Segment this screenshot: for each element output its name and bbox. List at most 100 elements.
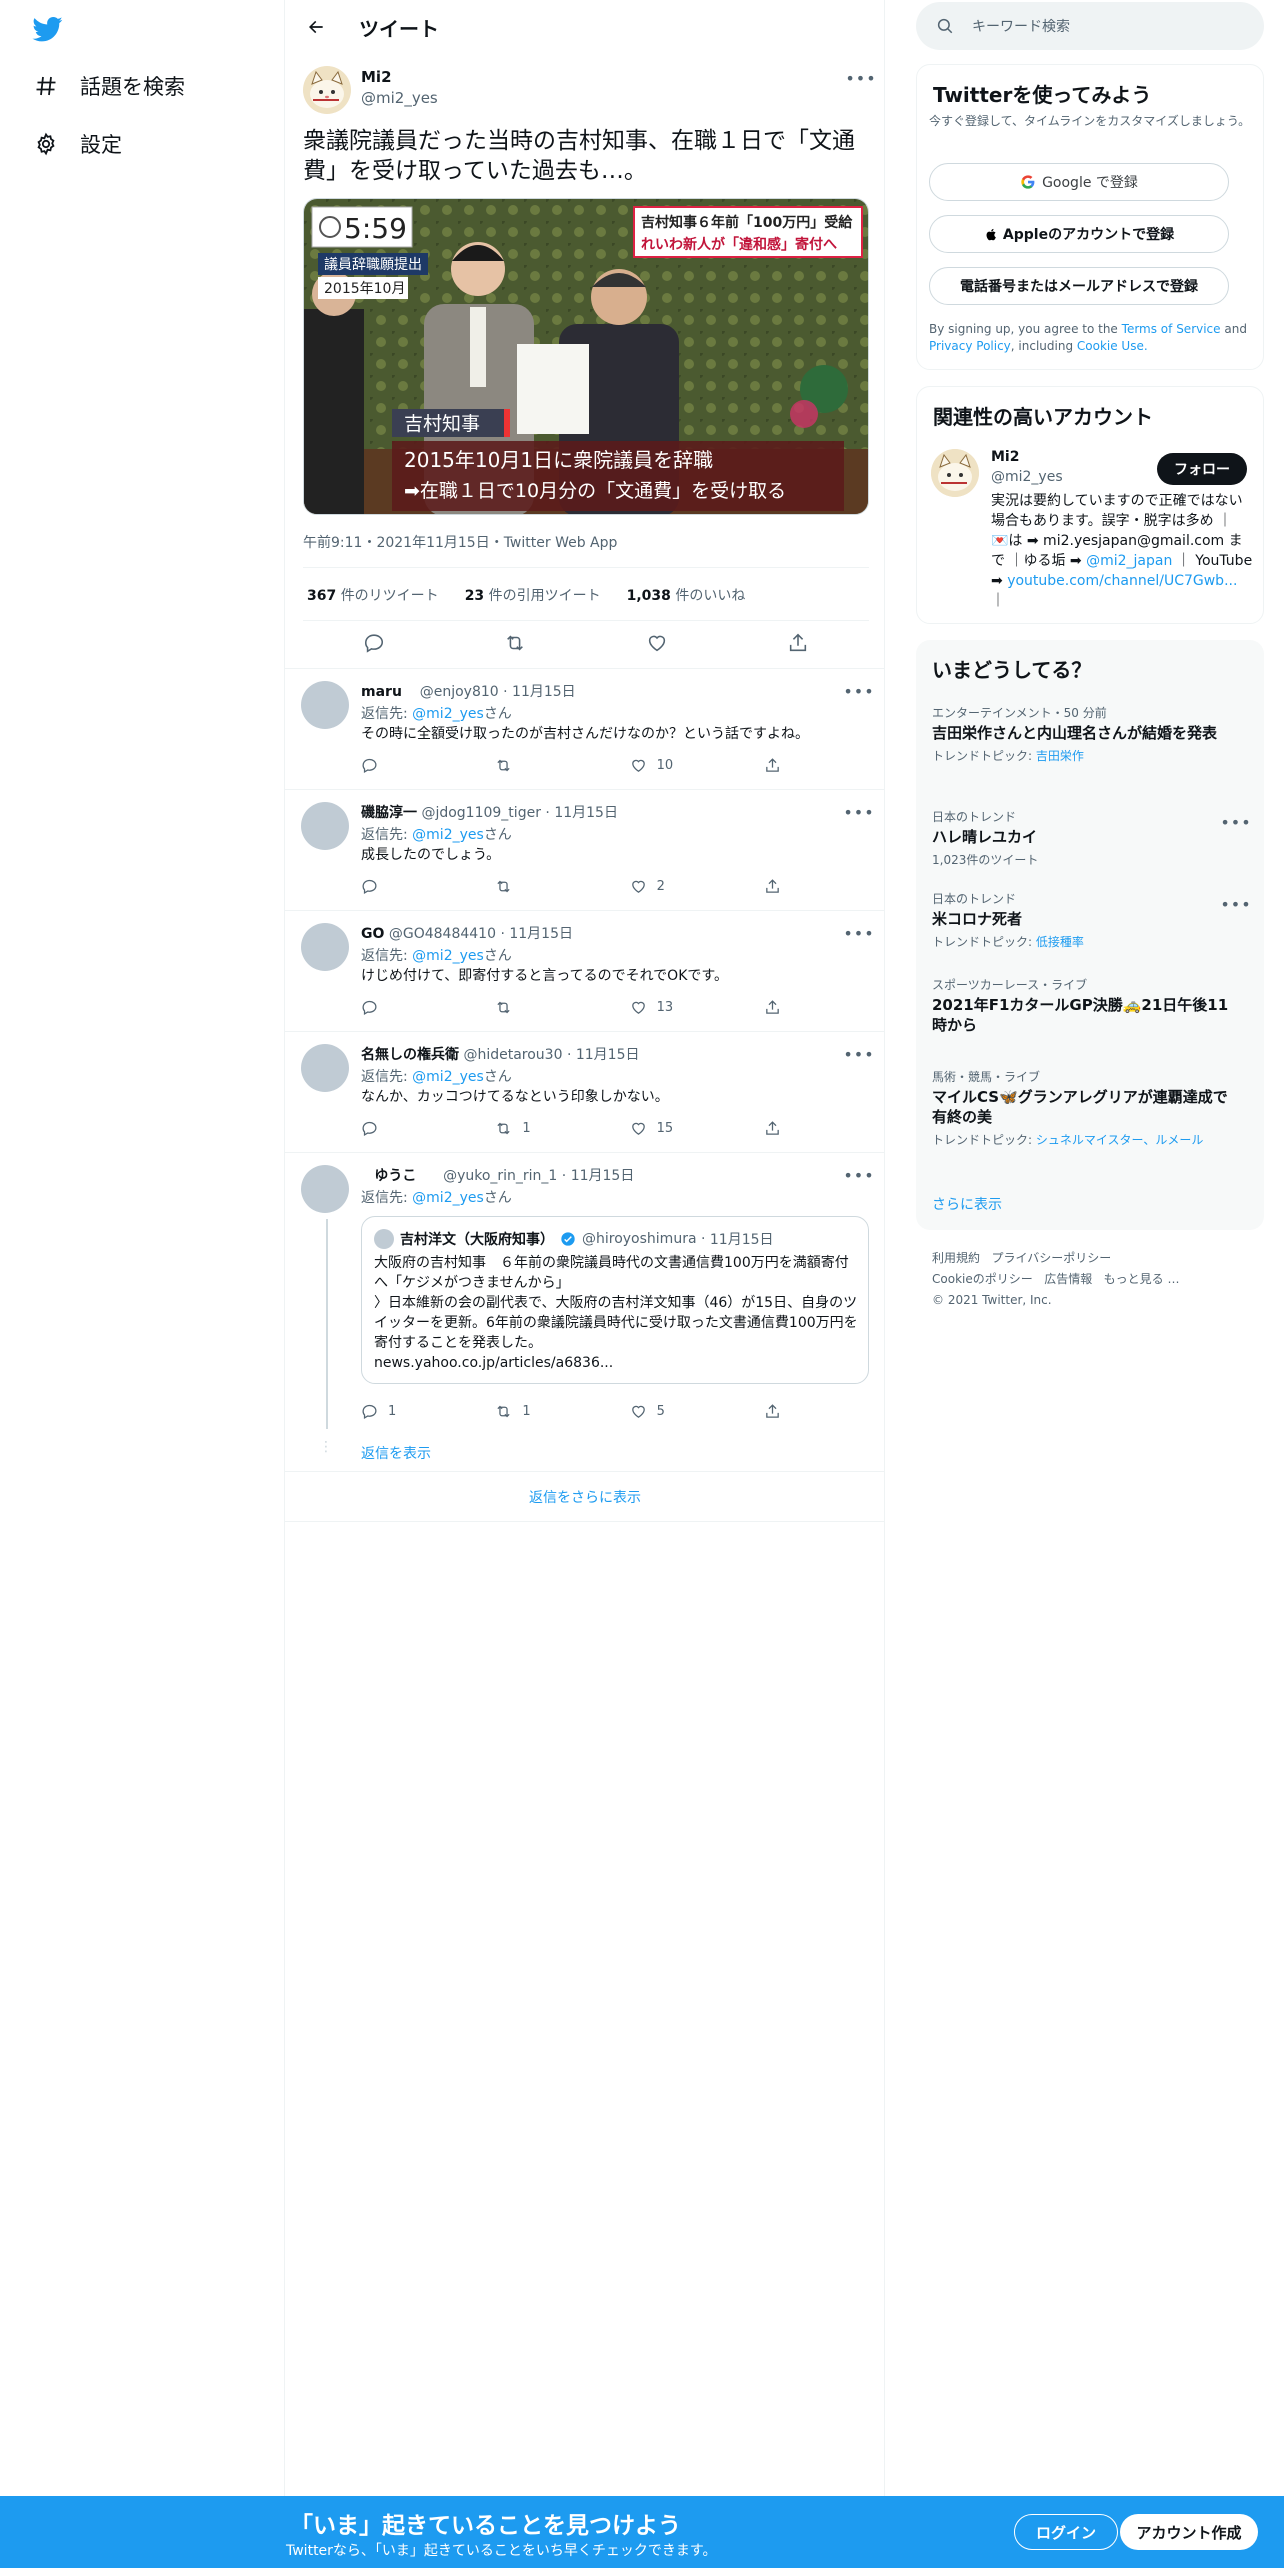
footer-privacy-link[interactable]: プライバシーポリシー [991,1251,1111,1265]
reply-date[interactable]: 11月15日 [576,1047,640,1063]
author-handle[interactable]: @mi2_yes [361,89,438,107]
bio-link-youtube[interactable]: youtube.com/channel/UC7Gwb... [1007,573,1237,589]
trend-item[interactable]: 日本のトレンド 米コロナ死者 トレンドトピック: 低接種率 [932,890,1232,950]
cookie-link[interactable]: Cookie Use. [1077,339,1148,353]
replying-to-link[interactable]: @mi2_yes [412,827,484,843]
like-icon[interactable]: 15 [630,1120,740,1137]
like-icon[interactable]: 2 [630,878,740,895]
like-icon[interactable] [644,630,670,656]
trend-more-icon[interactable]: ••• [1220,813,1250,832]
share-icon[interactable] [764,1403,781,1420]
footer-ads-link[interactable]: 広告情報 [1044,1272,1092,1286]
reply-author-name[interactable]: maru [361,684,402,700]
reply-tweet[interactable]: 磯脇淳一 @jdog1109_tiger · 11月15日 ••• 返信先: @… [285,790,885,911]
tweet-photo[interactable]: 5:59 議員辞職願提出 2015年10月 吉村知事６年前「100万円」受給 れ… [303,198,869,515]
reply-avatar[interactable] [301,802,349,850]
share-icon[interactable] [764,1120,781,1137]
more-options-icon[interactable]: ••• [845,69,875,88]
trend-item[interactable]: エンターテインメント・50 分前 吉田栄作さんと内山理名さんが結婚を発表 トレン… [932,704,1232,764]
reply-date[interactable]: 11月15日 [554,805,618,821]
retweet-icon[interactable]: 1 [495,1120,605,1137]
bio-link-mi2-japan[interactable]: @mi2_japan [1086,553,1172,569]
reply-avatar[interactable] [301,1165,349,1213]
more-options-icon[interactable]: ••• [843,1166,873,1185]
reply-icon[interactable]: 1 [361,1403,471,1420]
reply-author-handle[interactable]: @enjoy810 [420,684,499,700]
quoted-tweet[interactable]: 吉村洋文（大阪府知事） @hiroyoshimura · 11月15日 大阪府の… [361,1216,869,1384]
like-count[interactable]: 1,038 件のいいね [627,585,746,605]
reply-icon[interactable] [361,1120,471,1137]
google-signup-button[interactable]: Google で登録 [929,163,1229,201]
trend-item[interactable]: 馬術・競馬・ライブ マイルCS🦋グランアレグリアが連覇達成で有終の美 トレンドト… [932,1068,1232,1148]
related-account-avatar[interactable] [931,449,979,497]
tweet-timestamp[interactable]: 午前9:11・2021年11月15日・Twitter Web App [303,532,617,552]
footer-terms-link[interactable]: 利用規約 [932,1251,980,1265]
retweet-icon[interactable] [495,999,605,1016]
trends-show-more-link[interactable]: さらに表示 [932,1194,1002,1214]
reply-author-name[interactable]: 磯脇淳一 [361,805,417,821]
reply-avatar[interactable] [301,681,349,729]
nav-settings[interactable]: 設定 [32,124,122,164]
show-replies-link[interactable]: 返信を表示 [361,1443,431,1463]
nav-explore[interactable]: 話題を検索 [32,66,185,106]
signup-button[interactable]: アカウント作成 [1120,2514,1258,2550]
retweet-icon[interactable]: 1 [495,1403,605,1420]
retweet-count[interactable]: 367 件のリツイート [307,585,439,605]
reply-icon[interactable] [361,757,471,774]
apple-signup-button[interactable]: Appleのアカウントで登録 [929,215,1229,253]
footer-cookie-link[interactable]: Cookieのポリシー [932,1272,1033,1286]
search-bar[interactable]: キーワード検索 [916,2,1264,50]
terms-link[interactable]: Terms of Service [1122,322,1221,336]
more-options-icon[interactable]: ••• [843,803,873,822]
like-icon[interactable]: 10 [630,757,740,774]
replying-to-link[interactable]: @mi2_yes [412,948,484,964]
show-more-replies-link[interactable]: 返信をさらに表示 [285,1472,885,1522]
reply-icon[interactable] [361,999,471,1016]
retweet-icon[interactable] [495,757,605,774]
trend-more-icon[interactable]: ••• [1220,895,1250,914]
reply-tweet[interactable]: ゆうこ @yuko_rin_rin_1 · 11月15日 ••• 返信先: @m… [285,1153,885,1472]
reply-tweet[interactable]: 名無しの権兵衛 @hidetarou30 · 11月15日 ••• 返信先: @… [285,1032,885,1153]
more-options-icon[interactable]: ••• [843,1045,873,1064]
follow-button[interactable]: フォロー [1157,453,1247,485]
twitter-logo-icon[interactable] [32,14,64,44]
reply-author-name[interactable]: 名無しの権兵衛 [361,1047,459,1063]
retweet-icon[interactable] [495,878,605,895]
share-icon[interactable] [764,757,781,774]
reply-author-handle[interactable]: @yuko_rin_rin_1 [443,1168,557,1184]
author-avatar[interactable] [303,66,351,114]
replying-to-link[interactable]: @mi2_yes [412,706,484,722]
reply-avatar[interactable] [301,923,349,971]
reply-author-handle[interactable]: @jdog1109_tiger [421,805,541,821]
login-button[interactable]: ログイン [1014,2514,1118,2550]
reply-icon[interactable] [361,630,387,656]
phone-email-signup-button[interactable]: 電話番号またはメールアドレスで登録 [929,267,1229,305]
trend-item[interactable]: 日本のトレンド ハレ晴レユカイ 1,023件のツイート [932,808,1232,868]
like-icon[interactable]: 5 [630,1403,740,1420]
privacy-link[interactable]: Privacy Policy [929,339,1011,353]
author-name[interactable]: Mi2 [361,68,392,86]
retweet-icon[interactable] [502,630,528,656]
related-account-handle[interactable]: @mi2_yes [991,469,1063,485]
reply-author-handle[interactable]: @hidetarou30 [463,1047,562,1063]
replying-to-link[interactable]: @mi2_yes [412,1069,484,1085]
reply-tweet[interactable]: maru @enjoy810 · 11月15日 ••• 返信先: @mi2_ye… [285,669,885,790]
reply-author-handle[interactable]: @GO48484410 [389,926,496,942]
reply-author-name[interactable]: GO [361,926,384,942]
reply-date[interactable]: 11月15日 [509,926,573,942]
more-options-icon[interactable]: ••• [843,924,873,943]
footer-more-link[interactable]: もっと見る … [1104,1272,1180,1286]
like-icon[interactable]: 13 [630,999,740,1016]
related-account-name[interactable]: Mi2 [991,449,1019,465]
share-icon[interactable] [764,878,781,895]
reply-tweet[interactable]: GO @GO48484410 · 11月15日 ••• 返信先: @mi2_ye… [285,911,885,1032]
more-options-icon[interactable]: ••• [843,682,873,701]
reply-date[interactable]: 11月15日 [571,1168,635,1184]
reply-date[interactable]: 11月15日 [512,684,576,700]
reply-icon[interactable] [361,878,471,895]
reply-avatar[interactable] [301,1044,349,1092]
quote-count[interactable]: 23 件の引用ツイート [465,585,601,605]
share-icon[interactable] [785,630,811,656]
back-arrow-icon[interactable] [303,14,329,40]
reply-author-name[interactable]: ゆうこ [374,1168,416,1184]
